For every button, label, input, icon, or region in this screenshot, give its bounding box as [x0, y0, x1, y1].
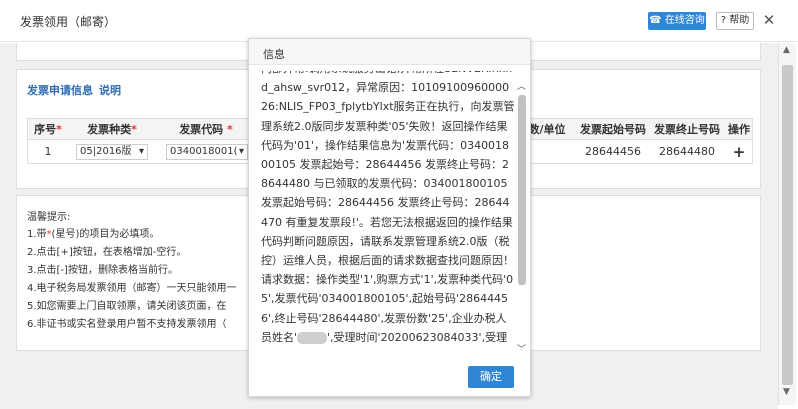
- tips-title: 温馨提示:: [27, 212, 71, 223]
- help-button[interactable]: ? 帮助: [716, 12, 754, 30]
- redacted-name: [297, 331, 328, 344]
- scroll-up-icon[interactable]: ▲: [783, 45, 793, 55]
- question-icon: ?: [720, 15, 730, 26]
- chevron-down-icon: ▾: [238, 146, 244, 157]
- chevron-down-icon[interactable]: ﹀: [517, 342, 526, 355]
- invoice-mail-window: 发票领用（邮寄） ☎ 在线咨询 ? 帮助 ✕ 发票申请信息 说明 序号* 发票种类…: [0, 0, 798, 409]
- apply-panel-title: 发票申请信息 说明: [27, 82, 121, 98]
- end-number: 28644480: [659, 145, 715, 158]
- start-number: 28644456: [585, 145, 641, 158]
- list-item: 6.非证书或实名登录用户暂不支持发票领用（: [27, 319, 227, 330]
- header-invoice-type: 发票种类*: [87, 123, 137, 136]
- online-consult-label: 在线咨询: [664, 15, 705, 26]
- list-item: 3.点击[-]按钮，删除表格当前行。: [27, 265, 178, 276]
- close-icon[interactable]: ✕: [762, 10, 776, 30]
- window-title: 发票领用（邮寄）: [20, 15, 117, 29]
- apply-panel-title-text: 发票申请信息: [27, 84, 93, 97]
- header-start-number: 发票起始号码: [580, 123, 646, 136]
- header-end-number: 发票终止号码: [654, 123, 720, 136]
- list-item: 5.如您需要上门自取领票，请关闭该页面，在: [27, 301, 227, 312]
- headset-icon: ☎: [649, 15, 665, 26]
- header-action: 操作: [728, 123, 750, 136]
- instructions-link[interactable]: 说明: [99, 84, 121, 97]
- main-scrollbar[interactable]: ▲ ▼: [778, 43, 796, 405]
- header-invoice-code: 发票代码 *: [179, 123, 233, 136]
- dialog-scrollbar-thumb[interactable]: [518, 95, 526, 285]
- dialog-header: 信息: [249, 39, 530, 65]
- dialog-scrollbar[interactable]: ︿ ﹀: [517, 79, 527, 355]
- add-row-button[interactable]: +: [724, 140, 754, 163]
- tips-list: 1.带*(星号)的项目为必填项。 2.点击[+]按钮，在表格增加-空行。 3.点…: [27, 226, 267, 334]
- title-bar: 发票领用（邮寄） ☎ 在线咨询 ? 帮助 ✕: [0, 0, 798, 42]
- invoice-type-select[interactable]: 05|2016版 ▾: [76, 144, 148, 160]
- help-label: 帮助: [729, 15, 750, 26]
- chevron-down-icon: ▾: [138, 146, 144, 157]
- header-index: 序号*: [34, 123, 62, 136]
- list-item: 4.电子税务局发票领用（邮寄）一天只能领用一: [27, 283, 237, 294]
- invoice-code-value: 0340018001(: [170, 146, 238, 157]
- invoice-code-select[interactable]: 0340018001(▾: [166, 144, 248, 160]
- confirm-button[interactable]: 确定: [468, 366, 514, 388]
- list-item: 2.点击[+]按钮，在表格增加-空行。: [27, 247, 187, 258]
- error-message: 内部异常:调用系统服务出错,异常所在SENVER:hxhd_ahsw_svr01…: [261, 71, 515, 351]
- scrollbar-thumb[interactable]: [782, 65, 793, 385]
- row-index: 1: [44, 145, 52, 158]
- dialog-title: 信息: [263, 48, 285, 61]
- online-consult-button[interactable]: ☎ 在线咨询: [648, 12, 706, 30]
- dialog-body: 内部异常:调用系统服务出错,异常所在SENVER:hxhd_ahsw_svr01…: [261, 71, 515, 351]
- info-dialog: 信息 内部异常:调用系统服务出错,异常所在SENVER:hxhd_ahsw_sv…: [248, 38, 531, 397]
- list-item: 1.带*(星号)的项目为必填项。: [27, 229, 160, 240]
- invoice-type-value: 05|2016版: [80, 146, 132, 157]
- scroll-down-icon[interactable]: ▼: [783, 387, 793, 397]
- chevron-up-icon[interactable]: ︿: [517, 79, 526, 92]
